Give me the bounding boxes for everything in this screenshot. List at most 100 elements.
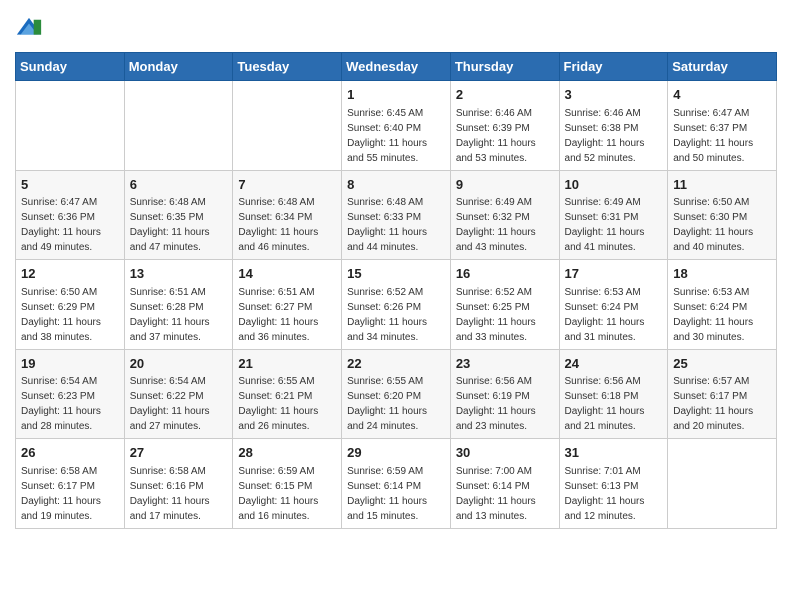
calendar-week-row: 12Sunrise: 6:50 AM Sunset: 6:29 PM Dayli… bbox=[16, 260, 777, 350]
calendar-week-row: 26Sunrise: 6:58 AM Sunset: 6:17 PM Dayli… bbox=[16, 439, 777, 529]
calendar-header-row: SundayMondayTuesdayWednesdayThursdayFrid… bbox=[16, 53, 777, 81]
calendar-cell: 10Sunrise: 6:49 AM Sunset: 6:31 PM Dayli… bbox=[559, 170, 668, 260]
day-info: Sunrise: 6:59 AM Sunset: 6:15 PM Dayligh… bbox=[238, 464, 336, 524]
day-number: 26 bbox=[21, 443, 119, 463]
calendar-cell: 12Sunrise: 6:50 AM Sunset: 6:29 PM Dayli… bbox=[16, 260, 125, 350]
day-info: Sunrise: 6:54 AM Sunset: 6:23 PM Dayligh… bbox=[21, 374, 119, 434]
day-info: Sunrise: 7:01 AM Sunset: 6:13 PM Dayligh… bbox=[565, 464, 663, 524]
day-number: 1 bbox=[347, 85, 445, 105]
calendar-header-thursday: Thursday bbox=[450, 53, 559, 81]
day-info: Sunrise: 6:46 AM Sunset: 6:39 PM Dayligh… bbox=[456, 106, 554, 166]
day-info: Sunrise: 6:45 AM Sunset: 6:40 PM Dayligh… bbox=[347, 106, 445, 166]
day-info: Sunrise: 6:53 AM Sunset: 6:24 PM Dayligh… bbox=[565, 285, 663, 345]
day-number: 17 bbox=[565, 264, 663, 284]
calendar-cell: 20Sunrise: 6:54 AM Sunset: 6:22 PM Dayli… bbox=[124, 349, 233, 439]
day-info: Sunrise: 6:54 AM Sunset: 6:22 PM Dayligh… bbox=[130, 374, 228, 434]
calendar-header-friday: Friday bbox=[559, 53, 668, 81]
day-info: Sunrise: 6:56 AM Sunset: 6:18 PM Dayligh… bbox=[565, 374, 663, 434]
calendar-week-row: 1Sunrise: 6:45 AM Sunset: 6:40 PM Daylig… bbox=[16, 81, 777, 171]
day-info: Sunrise: 6:51 AM Sunset: 6:28 PM Dayligh… bbox=[130, 285, 228, 345]
calendar-cell: 23Sunrise: 6:56 AM Sunset: 6:19 PM Dayli… bbox=[450, 349, 559, 439]
day-number: 6 bbox=[130, 175, 228, 195]
calendar-cell: 28Sunrise: 6:59 AM Sunset: 6:15 PM Dayli… bbox=[233, 439, 342, 529]
day-number: 19 bbox=[21, 354, 119, 374]
day-number: 12 bbox=[21, 264, 119, 284]
day-number: 9 bbox=[456, 175, 554, 195]
day-number: 18 bbox=[673, 264, 771, 284]
day-number: 31 bbox=[565, 443, 663, 463]
day-number: 23 bbox=[456, 354, 554, 374]
calendar-header-tuesday: Tuesday bbox=[233, 53, 342, 81]
day-info: Sunrise: 6:49 AM Sunset: 6:32 PM Dayligh… bbox=[456, 195, 554, 255]
calendar-cell: 8Sunrise: 6:48 AM Sunset: 6:33 PM Daylig… bbox=[342, 170, 451, 260]
day-number: 16 bbox=[456, 264, 554, 284]
day-info: Sunrise: 6:50 AM Sunset: 6:30 PM Dayligh… bbox=[673, 195, 771, 255]
day-number: 28 bbox=[238, 443, 336, 463]
day-number: 25 bbox=[673, 354, 771, 374]
calendar-week-row: 19Sunrise: 6:54 AM Sunset: 6:23 PM Dayli… bbox=[16, 349, 777, 439]
logo-icon bbox=[15, 16, 43, 44]
day-info: Sunrise: 6:58 AM Sunset: 6:16 PM Dayligh… bbox=[130, 464, 228, 524]
day-number: 30 bbox=[456, 443, 554, 463]
calendar-header-sunday: Sunday bbox=[16, 53, 125, 81]
calendar-cell: 25Sunrise: 6:57 AM Sunset: 6:17 PM Dayli… bbox=[668, 349, 777, 439]
day-number: 21 bbox=[238, 354, 336, 374]
calendar-cell bbox=[668, 439, 777, 529]
calendar-header-saturday: Saturday bbox=[668, 53, 777, 81]
calendar-cell bbox=[124, 81, 233, 171]
day-number: 5 bbox=[21, 175, 119, 195]
day-number: 7 bbox=[238, 175, 336, 195]
calendar-cell: 19Sunrise: 6:54 AM Sunset: 6:23 PM Dayli… bbox=[16, 349, 125, 439]
calendar-cell: 11Sunrise: 6:50 AM Sunset: 6:30 PM Dayli… bbox=[668, 170, 777, 260]
day-number: 10 bbox=[565, 175, 663, 195]
calendar-cell: 21Sunrise: 6:55 AM Sunset: 6:21 PM Dayli… bbox=[233, 349, 342, 439]
day-number: 11 bbox=[673, 175, 771, 195]
logo bbox=[15, 16, 45, 44]
day-number: 27 bbox=[130, 443, 228, 463]
calendar-cell: 2Sunrise: 6:46 AM Sunset: 6:39 PM Daylig… bbox=[450, 81, 559, 171]
day-info: Sunrise: 6:52 AM Sunset: 6:26 PM Dayligh… bbox=[347, 285, 445, 345]
calendar-cell: 29Sunrise: 6:59 AM Sunset: 6:14 PM Dayli… bbox=[342, 439, 451, 529]
day-info: Sunrise: 6:47 AM Sunset: 6:36 PM Dayligh… bbox=[21, 195, 119, 255]
calendar-cell: 7Sunrise: 6:48 AM Sunset: 6:34 PM Daylig… bbox=[233, 170, 342, 260]
calendar-cell: 22Sunrise: 6:55 AM Sunset: 6:20 PM Dayli… bbox=[342, 349, 451, 439]
day-number: 14 bbox=[238, 264, 336, 284]
day-number: 2 bbox=[456, 85, 554, 105]
calendar-cell: 5Sunrise: 6:47 AM Sunset: 6:36 PM Daylig… bbox=[16, 170, 125, 260]
day-info: Sunrise: 6:55 AM Sunset: 6:20 PM Dayligh… bbox=[347, 374, 445, 434]
day-number: 3 bbox=[565, 85, 663, 105]
day-number: 22 bbox=[347, 354, 445, 374]
day-number: 4 bbox=[673, 85, 771, 105]
calendar-cell: 9Sunrise: 6:49 AM Sunset: 6:32 PM Daylig… bbox=[450, 170, 559, 260]
day-info: Sunrise: 6:46 AM Sunset: 6:38 PM Dayligh… bbox=[565, 106, 663, 166]
calendar-cell: 16Sunrise: 6:52 AM Sunset: 6:25 PM Dayli… bbox=[450, 260, 559, 350]
day-number: 15 bbox=[347, 264, 445, 284]
calendar-cell: 18Sunrise: 6:53 AM Sunset: 6:24 PM Dayli… bbox=[668, 260, 777, 350]
calendar-body: 1Sunrise: 6:45 AM Sunset: 6:40 PM Daylig… bbox=[16, 81, 777, 529]
calendar-cell: 6Sunrise: 6:48 AM Sunset: 6:35 PM Daylig… bbox=[124, 170, 233, 260]
calendar-cell: 3Sunrise: 6:46 AM Sunset: 6:38 PM Daylig… bbox=[559, 81, 668, 171]
calendar-table: SundayMondayTuesdayWednesdayThursdayFrid… bbox=[15, 52, 777, 529]
day-info: Sunrise: 6:47 AM Sunset: 6:37 PM Dayligh… bbox=[673, 106, 771, 166]
day-info: Sunrise: 6:58 AM Sunset: 6:17 PM Dayligh… bbox=[21, 464, 119, 524]
calendar-cell: 24Sunrise: 6:56 AM Sunset: 6:18 PM Dayli… bbox=[559, 349, 668, 439]
calendar-header-wednesday: Wednesday bbox=[342, 53, 451, 81]
day-info: Sunrise: 6:52 AM Sunset: 6:25 PM Dayligh… bbox=[456, 285, 554, 345]
calendar-cell: 1Sunrise: 6:45 AM Sunset: 6:40 PM Daylig… bbox=[342, 81, 451, 171]
day-number: 13 bbox=[130, 264, 228, 284]
day-number: 24 bbox=[565, 354, 663, 374]
day-info: Sunrise: 6:49 AM Sunset: 6:31 PM Dayligh… bbox=[565, 195, 663, 255]
day-number: 29 bbox=[347, 443, 445, 463]
calendar-week-row: 5Sunrise: 6:47 AM Sunset: 6:36 PM Daylig… bbox=[16, 170, 777, 260]
day-info: Sunrise: 6:53 AM Sunset: 6:24 PM Dayligh… bbox=[673, 285, 771, 345]
calendar-cell: 30Sunrise: 7:00 AM Sunset: 6:14 PM Dayli… bbox=[450, 439, 559, 529]
calendar-cell: 14Sunrise: 6:51 AM Sunset: 6:27 PM Dayli… bbox=[233, 260, 342, 350]
calendar-cell: 15Sunrise: 6:52 AM Sunset: 6:26 PM Dayli… bbox=[342, 260, 451, 350]
day-info: Sunrise: 6:56 AM Sunset: 6:19 PM Dayligh… bbox=[456, 374, 554, 434]
day-number: 8 bbox=[347, 175, 445, 195]
calendar-cell: 13Sunrise: 6:51 AM Sunset: 6:28 PM Dayli… bbox=[124, 260, 233, 350]
calendar-cell: 17Sunrise: 6:53 AM Sunset: 6:24 PM Dayli… bbox=[559, 260, 668, 350]
day-info: Sunrise: 6:51 AM Sunset: 6:27 PM Dayligh… bbox=[238, 285, 336, 345]
day-info: Sunrise: 6:48 AM Sunset: 6:35 PM Dayligh… bbox=[130, 195, 228, 255]
calendar-cell: 27Sunrise: 6:58 AM Sunset: 6:16 PM Dayli… bbox=[124, 439, 233, 529]
